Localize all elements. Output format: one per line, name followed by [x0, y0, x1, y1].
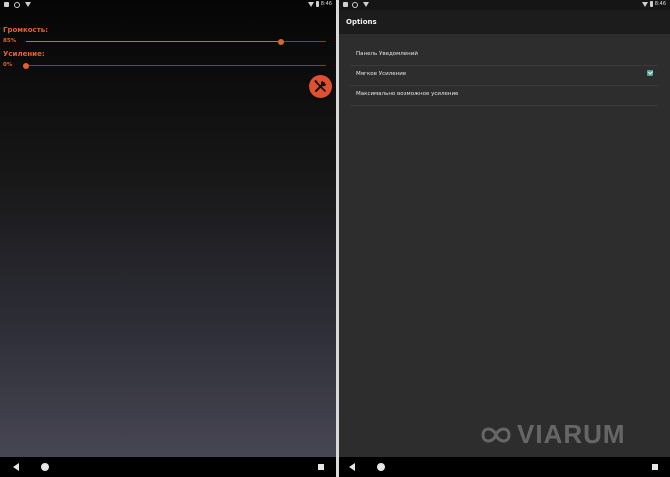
home-icon[interactable]: [377, 463, 385, 471]
download-icon: [25, 2, 31, 7]
option-label: Мягкое Усиление: [356, 71, 407, 77]
watermark-text: VIARUM: [517, 419, 626, 449]
wrench-screwdriver-icon: [314, 79, 327, 92]
notification-icon: [343, 2, 348, 7]
back-icon[interactable]: [13, 463, 19, 471]
boost-label: Усиление:: [3, 50, 45, 58]
battery-icon: [649, 1, 653, 7]
navigation-bar: [339, 457, 670, 477]
boost-slider-thumb[interactable]: [23, 62, 29, 69]
viarum-logo-icon: [481, 427, 511, 442]
watermark: VIARUM: [479, 419, 626, 450]
settings-notification-icon: [14, 2, 20, 8]
option-soft-boost[interactable]: Мягкое Усиление: [350, 65, 658, 86]
status-bar: 8:46: [0, 0, 336, 10]
equalizer-screen: 8:46 Громкость: 85% Усиление: 0%: [0, 0, 336, 477]
boost-percent: 0%: [3, 62, 13, 68]
volume-slider-thumb[interactable]: [278, 38, 284, 45]
app-bar: Options: [339, 10, 670, 34]
notification-icon: [4, 2, 9, 7]
recent-apps-icon[interactable]: [318, 464, 324, 470]
home-icon[interactable]: [41, 463, 49, 471]
volume-slider-fill: [26, 41, 281, 42]
option-max-boost[interactable]: Максимально возможное усиление: [350, 85, 658, 106]
settings-fab[interactable]: [309, 75, 332, 98]
page-title: Options: [346, 18, 377, 26]
volume-slider[interactable]: [26, 38, 326, 45]
volume-label: Громкость:: [3, 26, 48, 34]
wifi-icon: [307, 1, 314, 7]
wifi-icon: [641, 1, 648, 7]
option-label: Панель Уведомлений: [356, 51, 418, 57]
options-screen: 8:46 Options Панель Уведомлений Мягкое У…: [339, 0, 670, 477]
settings-notification-icon: [352, 2, 358, 8]
boost-slider[interactable]: [23, 62, 326, 69]
navigation-bar: [0, 457, 336, 477]
recent-apps-icon[interactable]: [652, 464, 658, 470]
volume-percent: 85%: [3, 38, 17, 44]
status-time: 8:46: [320, 1, 332, 7]
soft-boost-checkbox[interactable]: [647, 70, 653, 76]
download-icon: [363, 2, 369, 7]
battery-icon: [315, 1, 319, 7]
option-label: Максимально возможное усиление: [356, 91, 459, 97]
option-notification-panel[interactable]: Панель Уведомлений: [350, 45, 658, 66]
status-time: 8:46: [654, 1, 666, 7]
back-icon[interactable]: [349, 463, 355, 471]
status-bar: 8:46: [339, 0, 670, 10]
